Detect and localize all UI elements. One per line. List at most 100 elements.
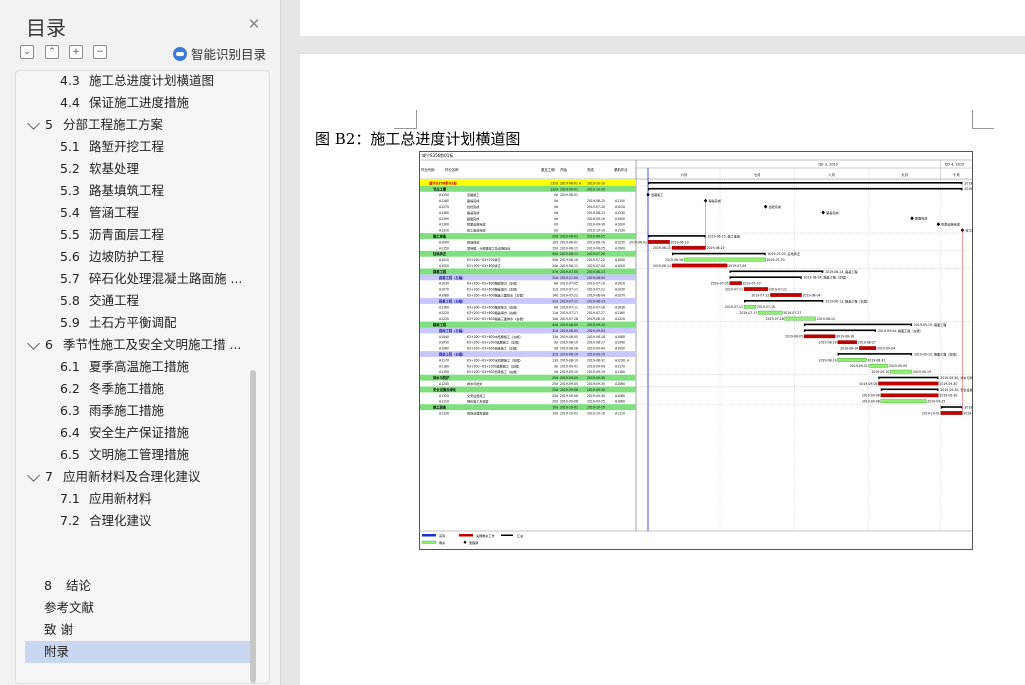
legend-label: 实际 (439, 533, 445, 538)
collapse-all-icon[interactable]: ⌄ (20, 45, 34, 59)
add-icon[interactable]: + (69, 45, 83, 59)
toc-item[interactable]: 7.1 应用新材料 (60, 488, 251, 510)
toc-item[interactable]: 7.2 合理化建议 (60, 510, 251, 532)
gantt-cell-code: A1040 (439, 335, 449, 339)
toc-item[interactable]: 8 结论 (44, 575, 251, 597)
gantt-activity-bar (803, 334, 836, 339)
toc-item[interactable]: 6.1 夏季高温施工措施 (60, 356, 251, 378)
gantt-cell-duration: 9d (554, 341, 558, 345)
toc-item[interactable]: 5.7 碎石化处理混凝土路面施 ... (60, 268, 251, 290)
gantt-cell-predecessor: A1060 (615, 382, 625, 386)
toc-item[interactable]: 5.5 沥青面层工程 (60, 224, 251, 246)
gantt-cell-duration: 37d (552, 270, 558, 274)
toc-item[interactable]: 致 谢 (44, 619, 251, 641)
gantt-cell-code: A1070 (439, 288, 449, 292)
close-icon[interactable]: ✕ (246, 16, 262, 32)
gantt-cell-duration: 0d (554, 229, 558, 233)
gantt-cell-duration: 0d (554, 193, 558, 197)
crop-mark (416, 110, 417, 129)
gantt-activity-bar (837, 358, 867, 362)
previous-page (300, 0, 1025, 36)
gantt-bar-date: 2019-07-05 (711, 282, 729, 286)
toc-item[interactable]: 6.3 雨季施工措施 (60, 400, 251, 422)
toc-item[interactable]: 6.4 安全生产保证措施 (60, 422, 251, 444)
gantt-cell-start: 2019-06-16 (560, 258, 578, 262)
gantt-cell-code: A1230 (439, 317, 449, 321)
gantt-cell-name: 施工准备 (433, 234, 447, 239)
gantt-column-header: 紧前作业 (614, 167, 628, 172)
toc-item[interactable]: 5.2 软基处理 (60, 158, 251, 180)
gantt-cell-code: A1120 (439, 394, 449, 398)
gantt-cell-name: K3+200~K3+600路基三面排水（左幅） (467, 293, 526, 298)
gantt-cell-predecessor: A1170 (615, 364, 625, 368)
toc-item[interactable]: 5.1 路堑开挖工程 (60, 136, 251, 158)
toc-item[interactable]: 4.3 施工总进度计划横道图 (60, 71, 251, 92)
gantt-cell-predecessor: A1000 (615, 264, 625, 268)
gantt-cell-start: 2019-06-01 (560, 235, 578, 239)
smart-toc-button[interactable]: 智能识别目录 (173, 44, 266, 63)
gantt-bar-date: 2019-07-20 (767, 258, 785, 262)
gantt-activity-bar (784, 316, 817, 321)
gantt-cell-predecessor: A1220 (615, 317, 625, 321)
toc-item[interactable]: 5.9 土石方平衡调配 (60, 312, 251, 334)
toc-item-number: 7 (45, 469, 53, 484)
toc-item-number: 7.1 (60, 491, 80, 506)
timescale-month: 八月 (828, 173, 835, 177)
gantt-cell-code: A1250 (439, 193, 449, 197)
gantt-cell-code: A1240 (439, 382, 449, 386)
timescale-month: 十月 (953, 172, 960, 177)
gantt-cell-start: 2019-08-05 (560, 335, 578, 339)
gantt-cell-predecessor: A1060 (615, 400, 625, 404)
toc-item[interactable]: 6.2 冬季施工措施 (60, 378, 251, 400)
gantt-cell-duration: 25d (552, 376, 558, 380)
gantt-activity-bar (878, 381, 939, 386)
gantt-cell-predecessor: A1000 (615, 258, 625, 262)
toc-item[interactable]: 5.6 边坡防护工程 (60, 246, 251, 268)
chevron-down-icon[interactable] (27, 469, 40, 482)
gantt-activity-bar (890, 369, 913, 374)
gantt-cell-start: 2019-08-19 (560, 341, 578, 345)
toc-item[interactable]: 参考文献 (44, 597, 251, 619)
gantt-cell-duration: 20d (552, 400, 558, 404)
gantt-summary-bar (940, 406, 963, 408)
toc-item[interactable]: 5 分部工程施工方案 (45, 114, 251, 136)
cloud-icon (173, 46, 187, 61)
gantt-cell-predecessor: A1230, A (615, 358, 630, 362)
gantt-cell-end: 2019-09-09 (587, 364, 605, 368)
gantt-cell-duration: 11d (552, 288, 558, 292)
legend-label: 剩余 (439, 540, 446, 545)
toc-item[interactable]: 5.4 管涵工程 (60, 202, 251, 224)
gantt-bar-label: 拉砼完成 (769, 204, 781, 209)
toc-item-number: 5.8 (60, 293, 80, 308)
toc-item-label: 应用新材料 (89, 491, 152, 506)
toc-item-number: 6.2 (60, 381, 80, 396)
gantt-cell-end: 2019-07-20 (587, 252, 605, 256)
toc-item-number: 6.1 (60, 359, 80, 374)
toc-scrollbar[interactable] (250, 370, 256, 683)
gantt-summary-bar (648, 182, 963, 184)
expand-all-icon[interactable]: ⌃ (45, 45, 59, 59)
chevron-down-icon[interactable] (27, 337, 40, 350)
toc-item[interactable]: 4.4 保证施工进度措施 (60, 92, 251, 114)
gantt-cell-predecessor: A1230 (615, 211, 625, 215)
toc-item-label: 致 谢 (44, 622, 73, 637)
gantt-cell-name: K3+200~K3+800拆迁 (467, 263, 501, 268)
chevron-down-icon[interactable] (27, 117, 40, 130)
gantt-cell-predecessor: A1110 (615, 412, 625, 416)
gantt-bar-date: 2019-08-19 (819, 358, 837, 362)
remove-icon[interactable]: − (93, 45, 107, 59)
gantt-cell-start: 2019-07-05 (560, 282, 578, 286)
toc-item[interactable]: 附录 (44, 641, 251, 663)
gantt-cell-predecessor: A1070 (615, 294, 625, 298)
toc-item[interactable]: 7 应用新材料及合理化建议 (45, 466, 251, 488)
gantt-cell-end: 2019-08-31 (587, 358, 605, 362)
toc-item[interactable]: 6 季节性施工及安全文明施工措 ... (45, 334, 251, 356)
toc-item[interactable]: 6.5 文明施工管理措施 (60, 444, 251, 466)
toc-item[interactable]: 5.3 路基填筑工程 (60, 180, 251, 202)
gantt-cell-start: 2019-06-01 (560, 187, 578, 191)
gantt-cell-duration: 0d (554, 199, 558, 203)
gantt-cell-name: 节点工期 (433, 186, 447, 191)
toc-item[interactable]: 5.8 交通工程 (60, 290, 251, 312)
gantt-cell-end: 2019-07-20 (587, 258, 605, 262)
gantt-cell-end: 2019-10-10 (587, 406, 605, 410)
